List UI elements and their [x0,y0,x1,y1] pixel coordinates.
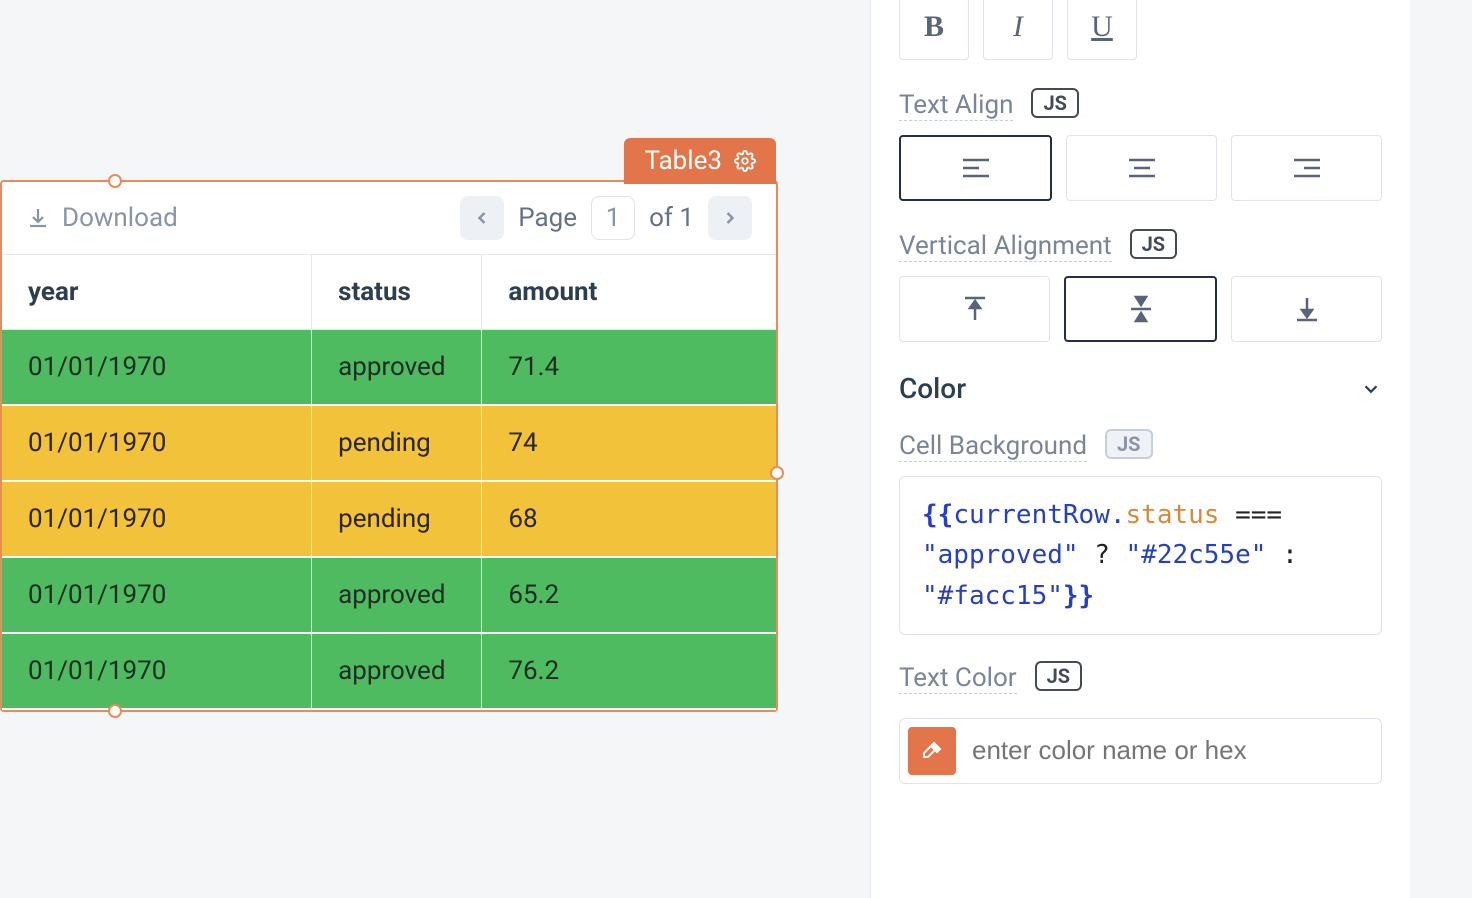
cell-status: approved [312,557,482,633]
cell-status: approved [312,330,482,406]
page-of-label: of 1 [649,203,694,233]
text-align-section: Text Align JS [899,88,1382,201]
table-toolbar: Download Page 1 of 1 [2,182,776,255]
properties-panel: B I U Text Align JS Vertical Alignment J… [870,0,1410,898]
text-color-input[interactable] [970,734,1373,767]
bold-button[interactable]: B [899,0,969,60]
download-icon [26,206,50,230]
download-button[interactable]: Download [26,203,178,233]
cell-amount: 74 [482,405,776,481]
valign-middle-button[interactable] [1064,276,1217,342]
pagination: Page 1 of 1 [460,196,752,240]
table-row[interactable]: 01/01/1970 approved 65.2 [2,557,776,633]
resize-handle-top[interactable] [108,174,122,188]
table-row[interactable]: 01/01/1970 approved 76.2 [2,633,776,709]
cell-status: approved [312,633,482,709]
data-table: year status amount 01/01/1970 approved 7… [2,255,776,710]
page-label: Page [518,203,577,233]
gear-icon[interactable] [734,150,756,172]
cell-amount: 76.2 [482,633,776,709]
cell-year: 01/01/1970 [2,330,312,406]
table-row[interactable]: 01/01/1970 approved 71.4 [2,330,776,406]
chevron-down-icon [1360,378,1382,400]
column-header[interactable]: status [312,255,482,330]
cell-background-section: Cell Background JS {{currentRow.status =… [899,429,1382,635]
text-color-input-row [899,718,1382,784]
table-row[interactable]: 01/01/1970 pending 74 [2,405,776,481]
table-widget-frame[interactable]: Table3 Download [0,180,778,712]
cell-status: pending [312,481,482,557]
page-number-input[interactable]: 1 [591,196,635,240]
js-badge[interactable]: JS [1035,661,1083,691]
cell-amount: 65.2 [482,557,776,633]
widget-name-tag[interactable]: Table3 [624,138,776,184]
valign-bottom-button[interactable] [1231,276,1382,342]
cell-amount: 71.4 [482,330,776,406]
cell-year: 01/01/1970 [2,557,312,633]
cell-year: 01/01/1970 [2,405,312,481]
emphasis-group: B I U [899,0,1382,60]
vertical-align-label: Vertical Alignment [899,231,1112,262]
next-page-button[interactable] [708,196,752,240]
eyedropper-icon [920,739,944,763]
download-label: Download [62,203,178,233]
cell-status: pending [312,405,482,481]
js-badge[interactable]: JS [1130,229,1178,259]
cell-bg-expression-input[interactable]: {{currentRow.status === "approved" ? "#2… [899,476,1382,635]
text-color-label: Text Color [899,663,1017,694]
widget-name-label: Table3 [644,146,722,176]
text-align-label: Text Align [899,90,1013,121]
resize-handle-bottom[interactable] [108,704,122,718]
align-right-button[interactable] [1231,135,1382,201]
cell-year: 01/01/1970 [2,481,312,557]
table-header-row: year status amount [2,255,776,330]
text-color-section: Text Color JS [899,661,1382,784]
canvas: Table3 Download [0,0,840,898]
italic-button[interactable]: I [983,0,1053,60]
column-header[interactable]: amount [482,255,776,330]
cell-year: 01/01/1970 [2,633,312,709]
underline-button[interactable]: U [1067,0,1137,60]
resize-handle-right[interactable] [770,466,784,480]
js-badge[interactable]: JS [1105,429,1153,459]
color-section-header[interactable]: Color [899,372,1382,405]
prev-page-button[interactable] [460,196,504,240]
color-section-label: Color [899,372,966,405]
cell-amount: 68 [482,481,776,557]
color-swatch[interactable] [908,727,956,775]
vertical-align-section: Vertical Alignment JS [899,229,1382,342]
valign-top-button[interactable] [899,276,1050,342]
column-header[interactable]: year [2,255,312,330]
js-badge[interactable]: JS [1031,88,1079,118]
align-center-button[interactable] [1066,135,1217,201]
table-row[interactable]: 01/01/1970 pending 68 [2,481,776,557]
cell-bg-label: Cell Background [899,431,1087,462]
align-left-button[interactable] [899,135,1052,201]
